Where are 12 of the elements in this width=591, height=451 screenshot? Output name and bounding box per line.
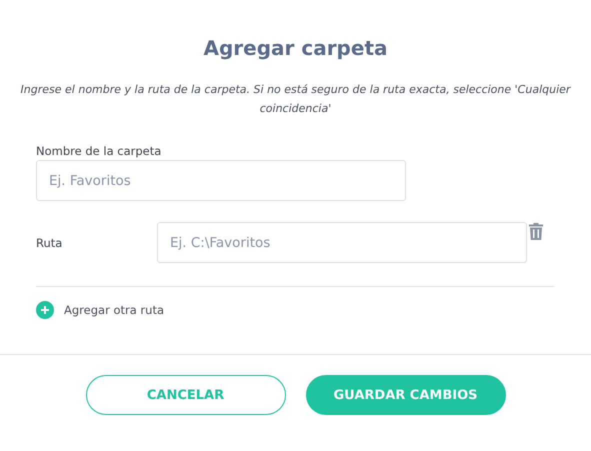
dialog-title: Agregar carpeta	[202, 36, 388, 60]
dialog-description: Ingrese el nombre y la ruta de la carpeta. Si no está seguro de la ruta exacta, seleccione 'Cualquier coincidencia'	[20, 82, 572, 117]
trash-icon[interactable]	[529, 223, 543, 240]
field-label: Ruta	[36, 236, 64, 250]
folder-name-field[interactable]: Ej. Favoritos	[36, 160, 406, 201]
field-label: Nombre de la carpeta	[36, 144, 162, 158]
path-field[interactable]: Ej. C:\Favoritos	[157, 222, 527, 263]
add-path-link[interactable]: Agregar otra ruta	[36, 301, 164, 319]
cancel-button[interactable]: CANCELAR	[86, 375, 286, 415]
plus-circle-icon	[36, 301, 54, 319]
add-path-label: Agregar otra ruta	[64, 303, 164, 317]
save-button[interactable]: GUARDAR CAMBIOS	[306, 375, 506, 415]
